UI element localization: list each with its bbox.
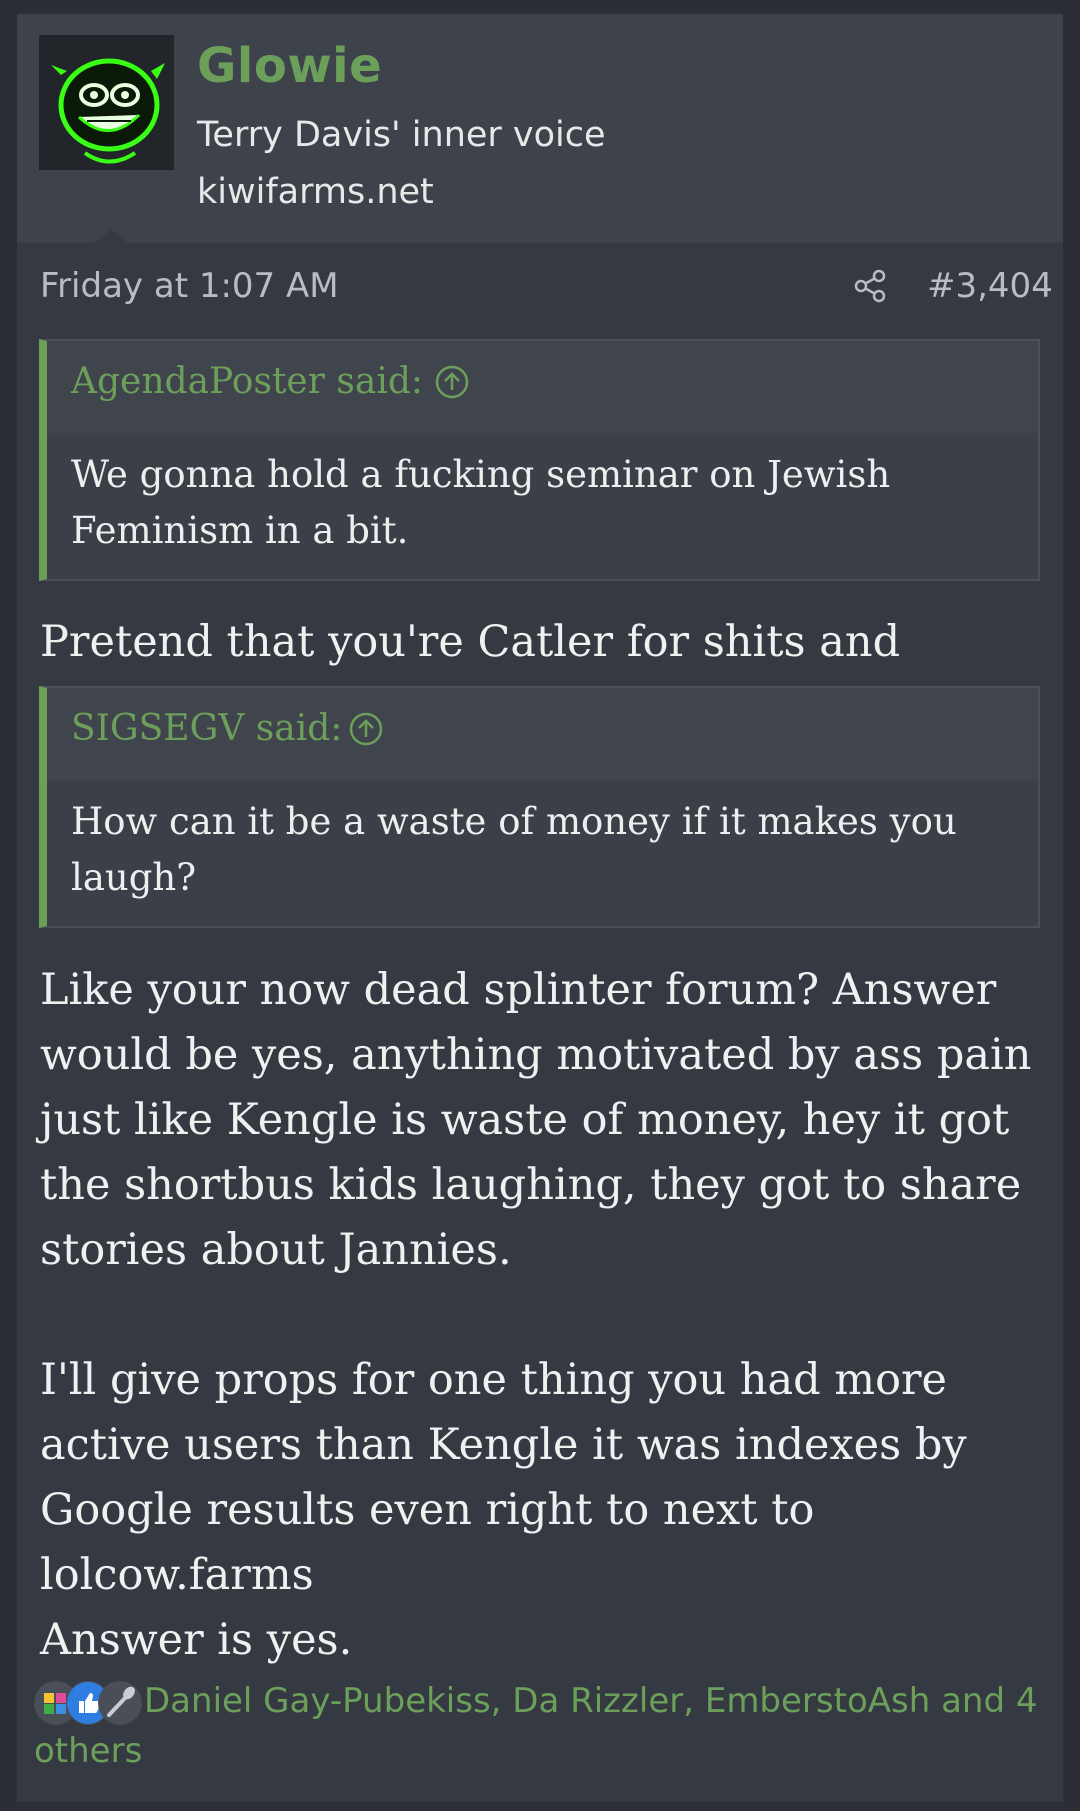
- glowing-troll-avatar-icon: [39, 35, 174, 170]
- quote-header: AgendaPoster said:: [47, 341, 1038, 433]
- spoon-icon: [98, 1680, 142, 1725]
- quote-author-link[interactable]: SIGSEGV said:: [71, 708, 342, 749]
- quote-block: AgendaPoster said: We gonna hold a fucki…: [39, 339, 1040, 581]
- jump-to-quote-icon[interactable]: [349, 712, 383, 746]
- forum-post: Glowie Terry Davis' inner voice kiwifarm…: [17, 14, 1063, 1802]
- quote-header: SIGSEGV said:: [47, 688, 1038, 780]
- reply-text: I'll give props for one thing you had mo…: [40, 1355, 967, 1600]
- share-icon[interactable]: [852, 268, 888, 304]
- quote-author-link[interactable]: AgendaPoster said:: [71, 361, 423, 402]
- post-author-header: Glowie Terry Davis' inner voice kiwifarm…: [17, 14, 1063, 243]
- reactions-bar: Daniel Gay-Pubekiss, Da Rizzler, Emberst…: [34, 1676, 1044, 1776]
- quote-block: SIGSEGV said: How can it be a waste of m…: [39, 686, 1040, 928]
- reaction-users-link[interactable]: Daniel Gay-Pubekiss, Da Rizzler, Emberst…: [34, 1681, 1038, 1771]
- header-pointer: [95, 229, 127, 243]
- author-title: Terry Davis' inner voice: [197, 115, 606, 155]
- author-username[interactable]: Glowie: [197, 38, 382, 94]
- author-site: kiwifarms.net: [197, 172, 434, 212]
- reply-text: Answer is yes.: [40, 1615, 353, 1665]
- quote-text: We gonna hold a fucking seminar on Jewis…: [71, 453, 891, 552]
- post-date[interactable]: Friday at 1:07 AM: [40, 266, 339, 306]
- reply-text: Like your now dead splinter forum? Answe…: [40, 965, 1032, 1275]
- user-avatar[interactable]: [39, 35, 174, 170]
- jump-to-quote-icon[interactable]: [435, 365, 469, 399]
- reaction-icons[interactable]: [34, 1676, 142, 1726]
- quote-text: How can it be a waste of money if it mak…: [71, 800, 957, 899]
- post-number-link[interactable]: #3,404: [927, 266, 1053, 306]
